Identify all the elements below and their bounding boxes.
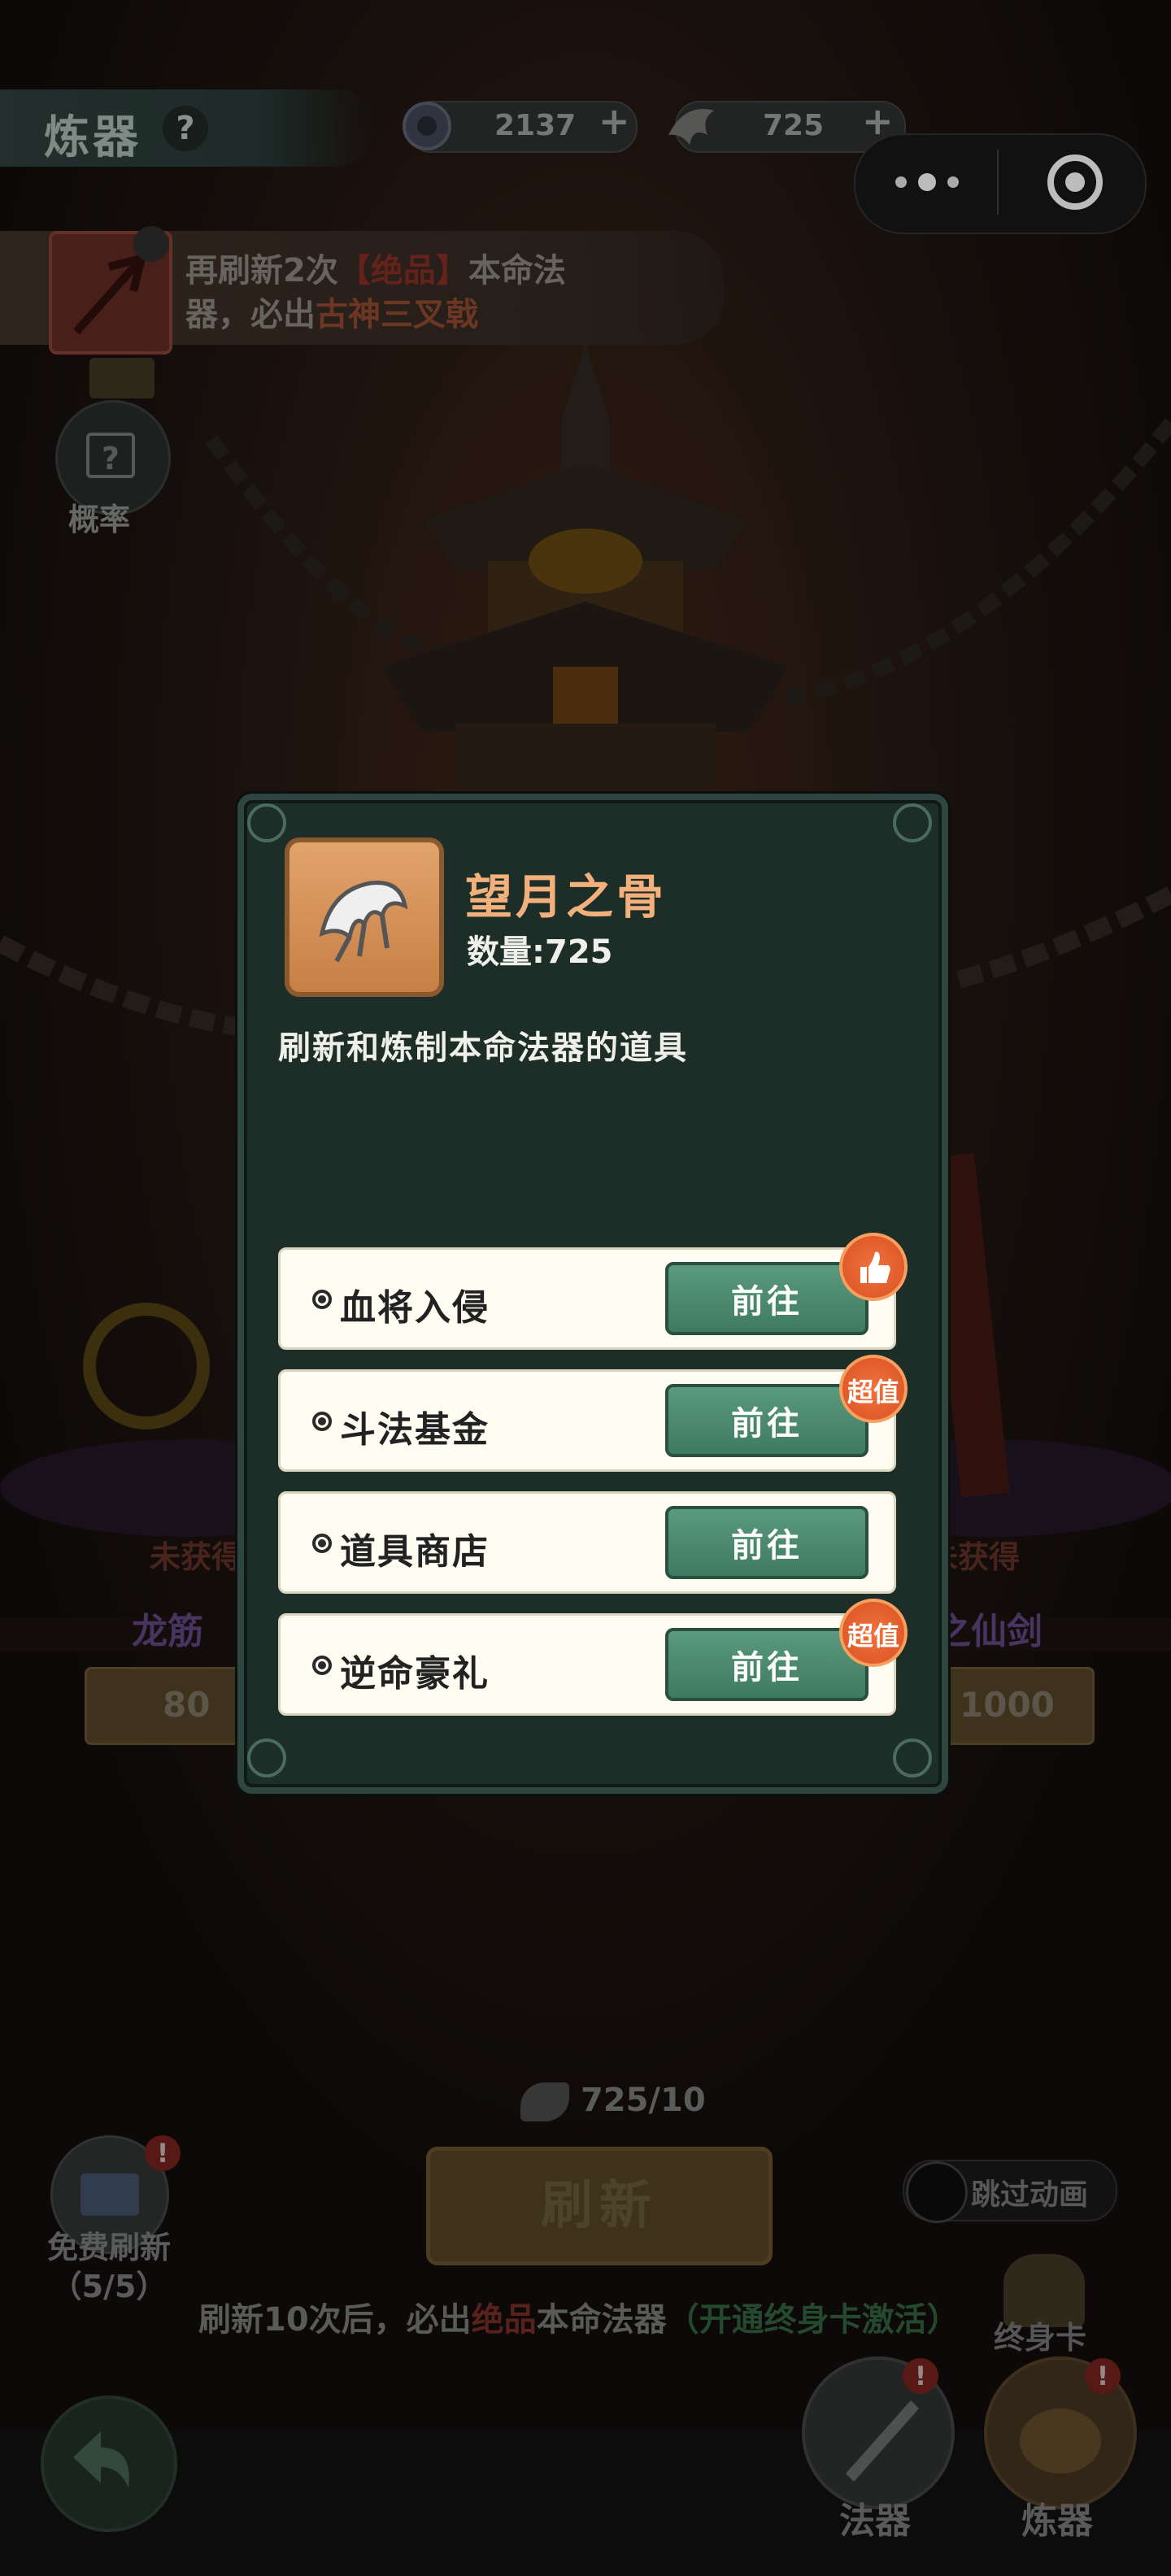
thumbs-up-icon xyxy=(860,1251,890,1283)
goto-button-blood-invasion[interactable]: 前往 xyxy=(665,1262,868,1335)
row-bullet xyxy=(312,1412,332,1431)
item-quantity: 数量:725 xyxy=(467,933,613,971)
moon-bone-item-icon xyxy=(319,881,408,963)
dialog-corner-ornament xyxy=(247,803,286,842)
row-bullet xyxy=(312,1290,332,1309)
goto-button-fate-gift[interactable]: 前往 xyxy=(665,1628,868,1701)
row-bullet xyxy=(312,1656,332,1675)
source-label-fate-gift: 逆命豪礼 xyxy=(340,1653,490,1695)
recommend-badge xyxy=(839,1233,908,1301)
source-label-item-shop: 道具商店 xyxy=(340,1531,490,1573)
dialog-corner-ornament xyxy=(893,803,932,842)
item-name: 望月之骨 xyxy=(465,869,668,925)
item-description: 刷新和炼制本命法器的道具 xyxy=(278,1029,688,1067)
row-bullet xyxy=(312,1534,332,1553)
dialog-corner-ornament xyxy=(893,1738,932,1778)
goto-button-item-shop[interactable]: 前往 xyxy=(665,1506,868,1579)
source-label-blood-invasion: 血将入侵 xyxy=(340,1287,490,1329)
item-icon-frame xyxy=(285,838,444,997)
dialog-corner-ornament xyxy=(247,1738,286,1778)
goto-button-duel-fund[interactable]: 前往 xyxy=(665,1384,868,1457)
source-label-duel-fund: 斗法基金 xyxy=(340,1409,490,1451)
super-value-badge: 超值 xyxy=(839,1599,908,1667)
super-value-badge: 超值 xyxy=(839,1355,908,1423)
